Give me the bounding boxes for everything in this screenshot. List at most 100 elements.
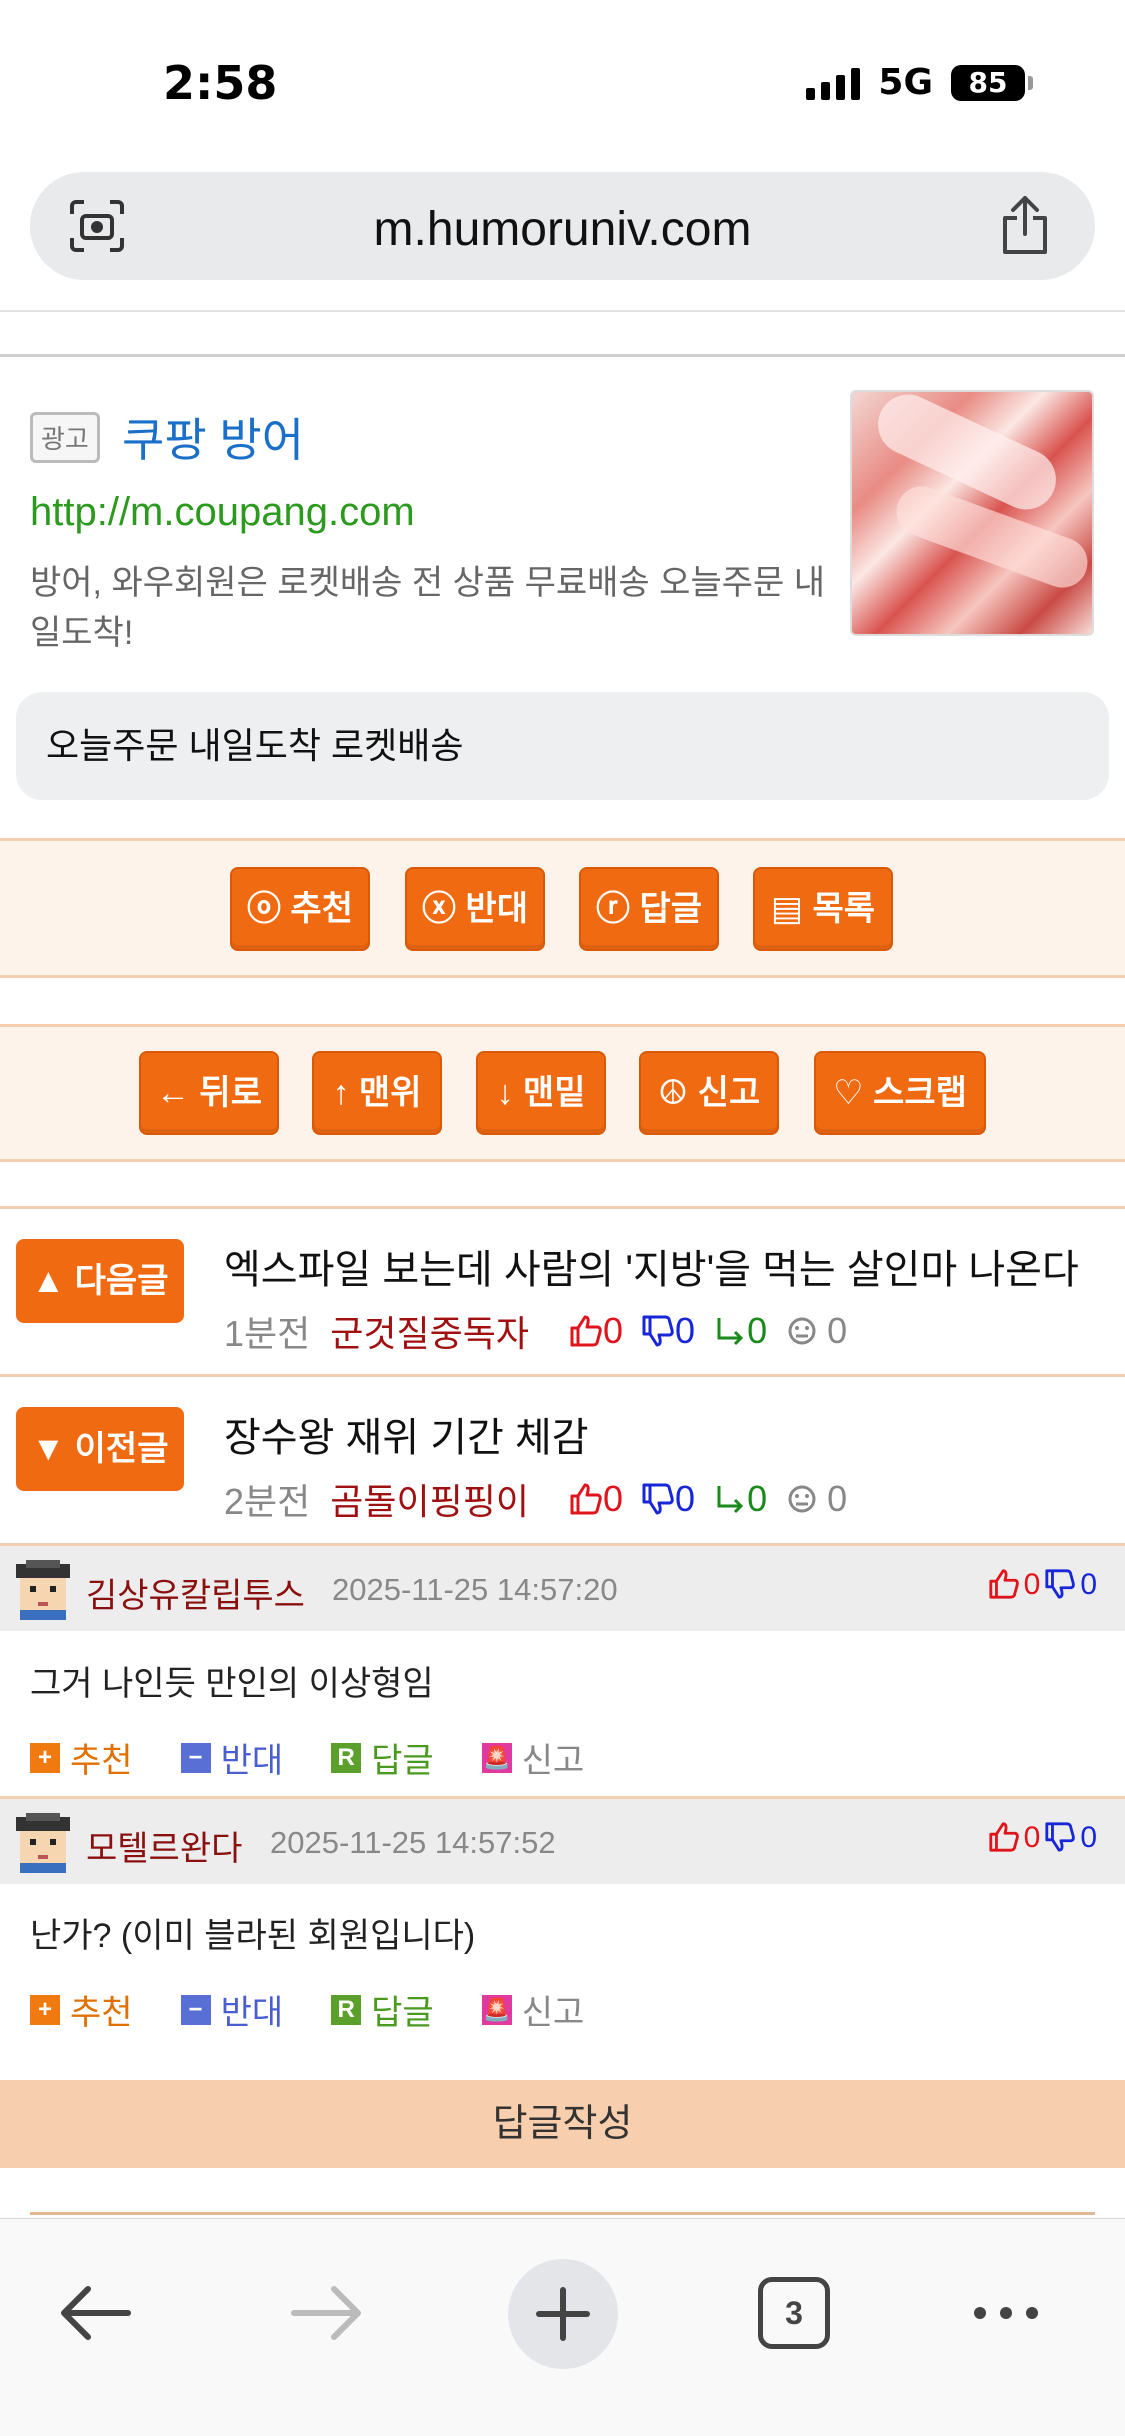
reply-write-bar[interactable]: 답글작성 — [0, 2080, 1125, 2168]
prev-post-title[interactable]: 장수왕 재위 기간 체감 — [224, 1405, 589, 1463]
address-bar[interactable]: m.humoruniv.com — [30, 172, 1095, 280]
post-time: 2분전 — [224, 1481, 311, 1522]
battery-icon: 85 — [951, 64, 1033, 101]
reply-button[interactable]: ⓡ 답글 — [579, 867, 719, 951]
comment-text: 그거 나인듯 만인의 이상형임 — [30, 1665, 434, 1703]
more-icon[interactable] — [970, 2301, 1042, 2325]
thumbs-up-icon[interactable] — [988, 1568, 1020, 1600]
back-icon[interactable] — [58, 2283, 132, 2343]
reply-count: 0 — [747, 1310, 768, 1351]
scrap-button[interactable]: ♡ 스크랩 — [814, 1051, 986, 1135]
post-author[interactable]: 곰돌이핑핑이 — [330, 1473, 529, 1525]
down-count: 0 — [675, 1478, 696, 1519]
status-indicators: 5G 85 — [806, 62, 1033, 103]
report-button[interactable]: ☮ 신고 — [639, 1051, 779, 1135]
reply-box-icon: R — [331, 1742, 362, 1773]
thumbs-down-icon[interactable] — [1044, 1568, 1076, 1600]
next-post-title[interactable]: 엑스파일 보는데 사람의 '지방'을 먹는 살인마 나온다 — [224, 1237, 1079, 1295]
reply-count: 0 — [747, 1478, 768, 1519]
comment-date: 2025-11-25 14:57:20 — [332, 1572, 618, 1607]
new-tab-button[interactable] — [508, 2259, 618, 2369]
comment-report-button[interactable]: 🚨 신고 — [481, 1985, 585, 2034]
comment-votes: 0 0 — [988, 1568, 1097, 1602]
comment-votes: 0 0 — [988, 1821, 1097, 1855]
status-bar: 2:58 5G 85 — [0, 0, 1125, 165]
view-face-icon — [788, 1317, 816, 1345]
comment-recommend-button[interactable]: + 추천 — [30, 1733, 133, 1782]
comment-actions: + 추천 − 반대 R 답글 🚨 신고 — [30, 1733, 632, 1782]
plus-box-icon: + — [30, 1994, 60, 2025]
next-post-button[interactable]: ▲ 다음글 — [16, 1239, 184, 1323]
divider — [0, 354, 1125, 357]
tabs-icon[interactable]: 3 — [758, 2277, 830, 2349]
prev-post-meta: 2분전 곰돌이핑핑이 0 0 0 0 — [224, 1473, 847, 1525]
thumbs-up-icon — [570, 1315, 602, 1347]
comment-down-count: 0 — [1080, 1568, 1097, 1601]
next-post-row[interactable]: ▲ 다음글 엑스파일 보는데 사람의 '지방'을 먹는 살인마 나온다 1분전 … — [0, 1206, 1125, 1376]
avatar[interactable] — [12, 1811, 74, 1873]
ad-image[interactable] — [850, 390, 1094, 636]
thumbs-down-icon[interactable] — [1044, 1821, 1076, 1853]
thumbs-down-icon — [642, 1315, 674, 1347]
comment-author[interactable]: 모텔르완다 — [86, 1821, 242, 1870]
recommend-button[interactable]: ⓞ 추천 — [230, 867, 370, 951]
comment-date: 2025-11-25 14:57:52 — [270, 1825, 556, 1860]
comment-recommend-button[interactable]: + 추천 — [30, 1985, 133, 2034]
comment-recommend-label: 추천 — [70, 1994, 133, 2032]
comment-down-count: 0 — [1080, 1821, 1097, 1854]
post-time: 1분전 — [224, 1313, 311, 1354]
browser-toolbar: 3 — [0, 2218, 1125, 2436]
view-count: 0 — [827, 1478, 848, 1519]
comment-oppose-label: 반대 — [220, 1742, 284, 1780]
reply-box-icon: R — [331, 1994, 362, 2025]
comment-actions: + 추천 − 반대 R 답글 🚨 신고 — [30, 1985, 632, 2034]
status-time: 2:58 — [163, 56, 278, 110]
url-text[interactable]: m.humoruniv.com — [30, 202, 1095, 257]
ad-cta-button[interactable]: 오늘주문 내일도착 로켓배송 — [16, 692, 1109, 800]
list-button[interactable]: ▤ 목록 — [753, 867, 893, 951]
comment-up-count: 0 — [1023, 1568, 1041, 1601]
ad-url[interactable]: http://m.coupang.com — [30, 490, 415, 535]
post-author[interactable]: 군것질중독자 — [330, 1305, 529, 1357]
siren-icon: 🚨 — [481, 1742, 512, 1773]
reply-arrow-icon — [717, 1318, 744, 1346]
comment-reply-button[interactable]: R 답글 — [331, 1733, 434, 1782]
view-count: 0 — [827, 1310, 848, 1351]
view-face-icon — [788, 1485, 816, 1513]
plus-icon — [536, 2287, 590, 2341]
comment-report-button[interactable]: 🚨 신고 — [481, 1733, 585, 1782]
ad-title[interactable]: 쿠팡 방어 — [122, 404, 304, 470]
ad-badge: 광고 — [30, 412, 100, 463]
back-button[interactable]: ← 뒤로 — [139, 1051, 279, 1135]
comment-reply-button[interactable]: R 답글 — [331, 1985, 434, 2034]
avatar[interactable] — [12, 1558, 74, 1620]
thumbs-up-icon — [570, 1483, 602, 1515]
comment-oppose-label: 반대 — [220, 1994, 284, 2032]
top-button[interactable]: ↑ 맨위 — [312, 1051, 442, 1135]
comment-header: 모텔르완다 2025-11-25 14:57:52 0 0 — [0, 1796, 1125, 1884]
forward-icon[interactable] — [290, 2283, 364, 2343]
comment-report-label: 신고 — [521, 1742, 585, 1780]
ad-description: 방어, 와우회원은 로켓배송 전 상품 무료배송 오늘주문 내일도착! — [30, 564, 826, 652]
comment-report-label: 신고 — [521, 1994, 585, 2032]
thumbs-down-icon — [642, 1483, 674, 1515]
comment-reply-label: 답글 — [371, 1742, 434, 1780]
prev-post-button[interactable]: ▼ 이전글 — [16, 1407, 184, 1491]
reply-arrow-icon — [717, 1486, 744, 1514]
comment-oppose-button[interactable]: − 반대 — [180, 1733, 284, 1782]
prev-post-row[interactable]: ▼ 이전글 장수왕 재위 기간 체감 2분전 곰돌이핑핑이 0 0 0 0 — [0, 1374, 1125, 1544]
share-icon[interactable] — [997, 194, 1053, 256]
thumbs-up-icon[interactable] — [988, 1821, 1020, 1853]
signal-icon — [806, 66, 861, 100]
bottom-button[interactable]: ↓ 맨밑 — [476, 1051, 606, 1135]
oppose-button[interactable]: ⓧ 반대 — [405, 867, 545, 951]
comment-reply-label: 답글 — [371, 1994, 434, 2032]
network-label: 5G — [878, 62, 933, 103]
comment-oppose-button[interactable]: − 반대 — [180, 1985, 284, 2034]
siren-icon: 🚨 — [481, 1994, 512, 2025]
post-action-bar: ⓞ 추천 ⓧ 반대 ⓡ 답글 ▤ 목록 — [0, 838, 1125, 978]
next-post-meta: 1분전 군것질중독자 0 0 0 0 — [224, 1305, 847, 1357]
up-count: 0 — [603, 1310, 624, 1351]
comment-author[interactable]: 김상유칼립투스 — [86, 1568, 305, 1617]
comment-text: 난가? (이미 블라된 회원입니다) — [30, 1917, 476, 1955]
